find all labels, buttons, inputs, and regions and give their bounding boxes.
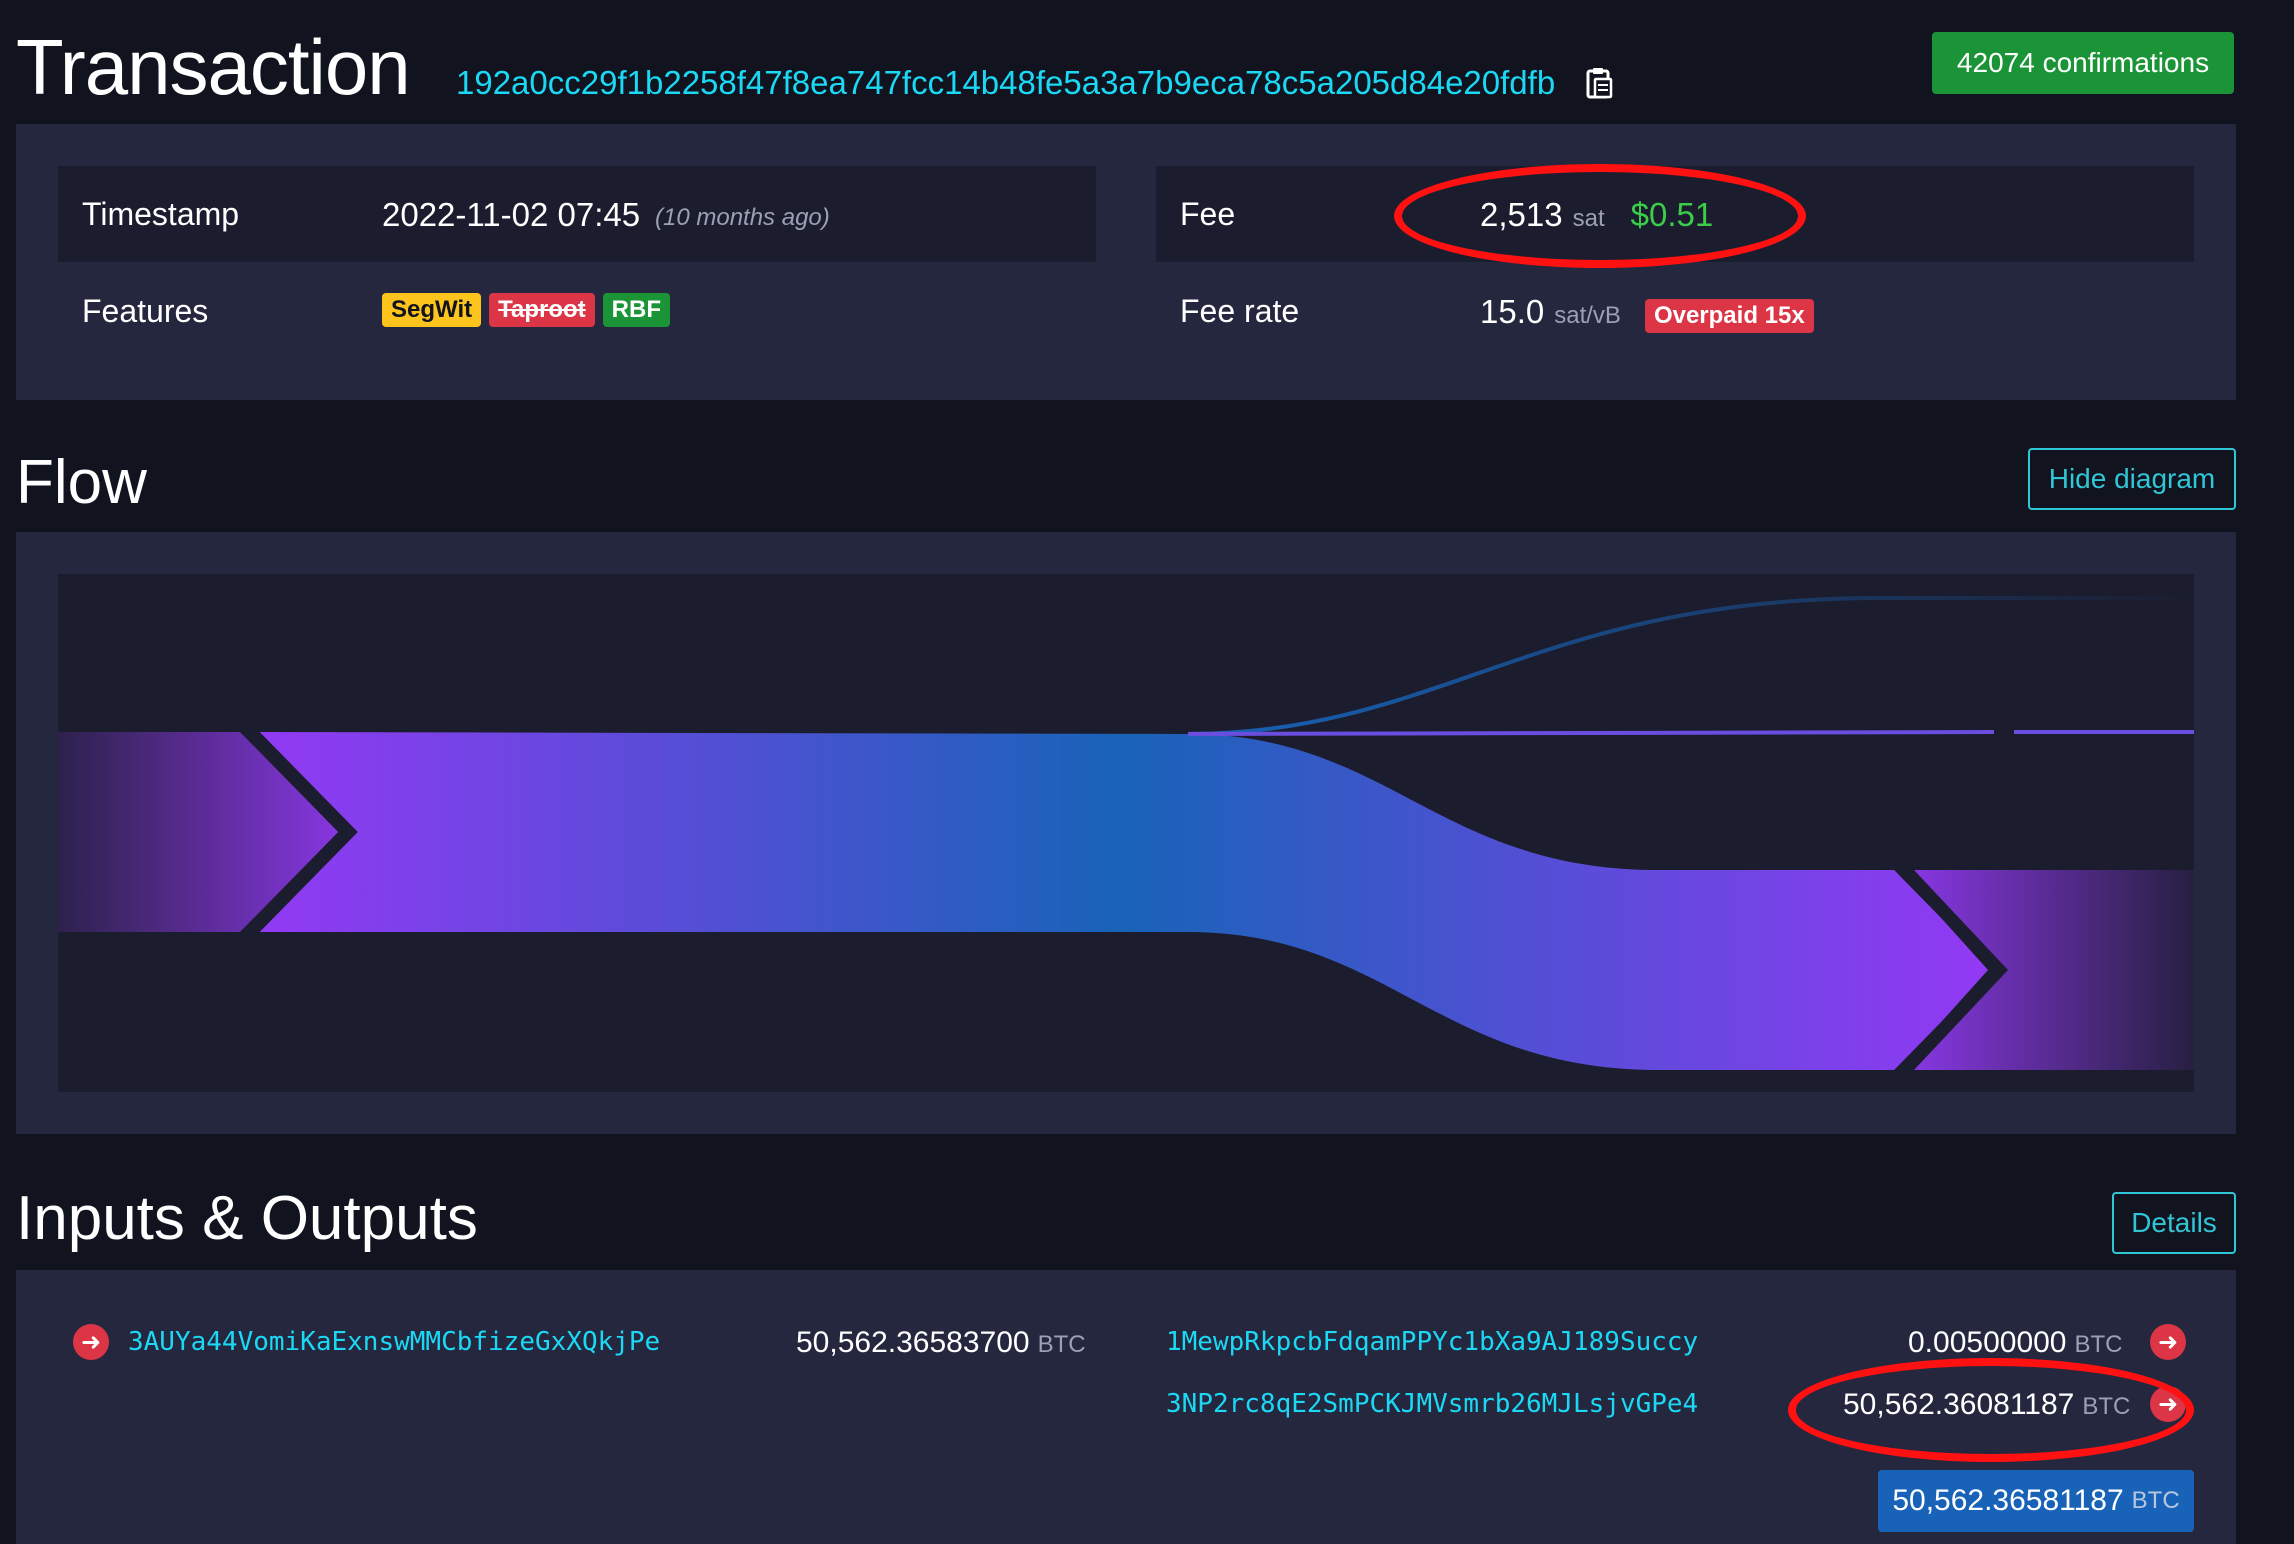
timestamp-label: Timestamp <box>82 196 240 232</box>
timestamp-relative: (10 months ago) <box>655 204 830 231</box>
input-address-0[interactable]: 3AUYa44VomiKaExnswMMCbfizeGxXQkjPe <box>128 1327 660 1357</box>
segwit-badge[interactable]: SegWit <box>382 293 482 327</box>
output-address-1[interactable]: 3NP2rc8qE2SmPCKJMVsmrb26MJLsjvGPe4 <box>1166 1389 1698 1419</box>
confirmations-badge: 42074 confirmations <box>1932 32 2234 94</box>
timestamp-value: 2022-11-02 07:45 <box>382 196 641 233</box>
total-amount-value: 50,562.36581187 <box>1892 1484 2124 1517</box>
clipboard-icon[interactable] <box>1584 66 1614 100</box>
total-amount-unit: BTC <box>2131 1487 2180 1514</box>
output-amount-unit: BTC <box>2074 1331 2123 1358</box>
features-label: Features <box>82 293 209 329</box>
overpaid-badge: Overpaid 15x <box>1644 299 1814 333</box>
fee-label: Fee <box>1180 196 1236 232</box>
input-amount-0: 50,562.36583700 BTC <box>796 1326 1086 1360</box>
input-arrow-icon[interactable]: ➜ <box>73 1324 109 1360</box>
input-amount-unit: BTC <box>1037 1331 1086 1358</box>
flow-thin-output-line <box>1187 730 1995 736</box>
feerate-unit: sat/vB <box>1554 302 1621 329</box>
flow-svg <box>58 596 2194 1081</box>
flow-thin-output-curve <box>1187 596 2194 736</box>
feerate-values: 15.0 sat/vB Overpaid 15x <box>1480 293 1814 333</box>
flow-main-band <box>254 732 1988 1070</box>
hide-diagram-button[interactable]: Hide diagram <box>2028 448 2236 510</box>
total-output-badge: 50,562.36581187 BTC <box>1878 1470 2194 1532</box>
details-button[interactable]: Details <box>2112 1192 2236 1254</box>
output-amount-0: 0.00500000 BTC <box>1908 1326 2123 1360</box>
input-amount-value: 50,562.36583700 <box>796 1326 1030 1359</box>
io-title: Inputs & Outputs <box>16 1184 478 1253</box>
annotation-ellipse-output <box>1788 1358 2194 1462</box>
taproot-badge[interactable]: Taproot <box>489 293 595 327</box>
page-title: Transaction <box>16 23 411 111</box>
annotation-ellipse-fee <box>1394 164 1806 268</box>
flow-title: Flow <box>16 448 147 517</box>
output-address-0[interactable]: 1MewpRkpcbFdqamPPYc1bXa9AJ189Succy <box>1166 1327 1698 1357</box>
features-badges: SegWit Taproot RBF <box>382 293 670 327</box>
output-amount-value: 0.00500000 <box>1908 1326 2067 1359</box>
feerate-label: Fee rate <box>1180 293 1300 329</box>
feerate-value: 15.0 <box>1480 293 1545 330</box>
txid-link[interactable]: 192a0cc29f1b2258f47f8ea747fcc14b48fe5a3a… <box>456 64 1555 102</box>
rbf-badge[interactable]: RBF <box>602 293 670 327</box>
flow-diagram[interactable] <box>58 574 2194 1092</box>
output-arrow-icon-0[interactable]: ➜ <box>2150 1324 2186 1360</box>
